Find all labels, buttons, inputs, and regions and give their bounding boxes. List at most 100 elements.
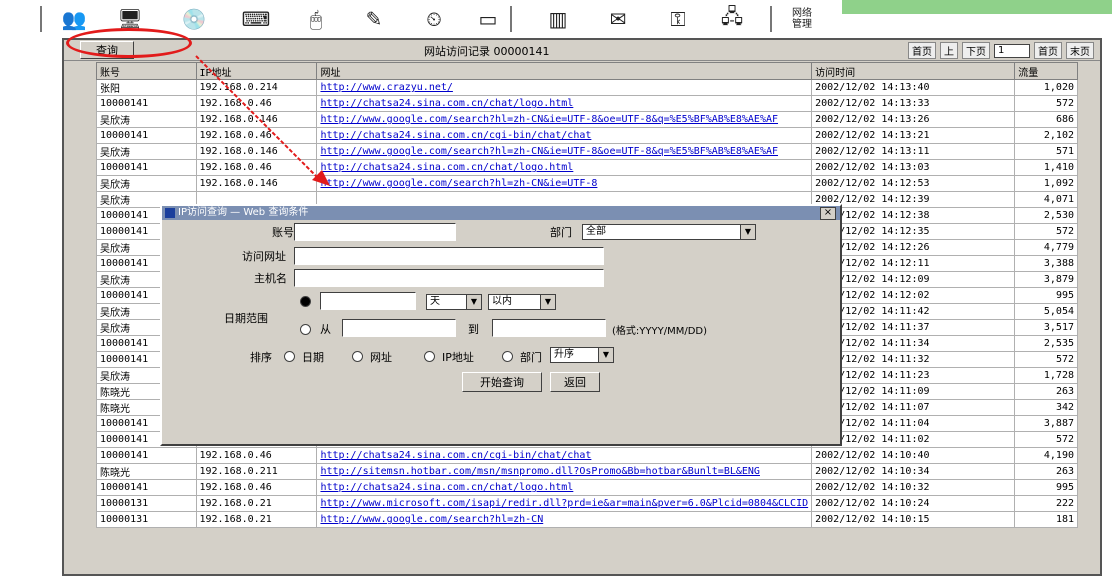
table-row[interactable]: 吴欣涛 192.168.0.146 http://www.google.com/se… [96,143,1078,160]
cell-ip: 192.168.0.146 [195,143,318,160]
col-time[interactable]: 访问时间 [811,62,1016,80]
from-label: 从 [320,323,331,336]
host-field[interactable] [294,269,604,287]
page-number-input[interactable]: 1 [994,43,1030,58]
table-row[interactable]: 吴欣涛 192.168.0.146 http://www.google.com/se… [96,175,1078,192]
cell-size: 4,779 [1014,239,1078,256]
cell-time: 2002/12/02 14:12:02 [811,287,1016,304]
url-field[interactable] [294,247,604,265]
cell-ip: 192.168.0.46 [195,95,318,112]
dialog-title: IP访问查询 — Web 查询条件 [178,207,309,218]
to-date-field[interactable] [492,319,606,337]
days-field[interactable] [320,292,416,310]
unit-select[interactable]: 天 ▼ [426,294,482,310]
cell-size: 263 [1014,463,1078,480]
table-row[interactable]: 张阳 192.168.0.214 http://www.crazyu.net/200… [96,79,1078,96]
last-page-button[interactable]: 末页 [1066,42,1094,59]
cell-url[interactable]: http://chatsa24.sina.com.cn/cgi-bin/chat… [316,127,813,144]
prev-page-button[interactable]: 上 [940,42,958,59]
cell-ip: 192.168.0.21 [195,495,318,512]
cell-url[interactable]: http://www.google.com/search?hl=zh-CN&ie… [316,111,813,128]
cell-time: 2002/12/02 14:10:32 [811,479,1016,496]
cell-ip: 192.168.0.21 [195,511,318,528]
range-dir-select[interactable]: 以内 ▼ [488,294,556,310]
network-manage-button[interactable]: 网络 管理 [782,4,822,34]
cell-time: 2002/12/02 14:11:37 [811,319,1016,336]
go-button[interactable]: 首页 [1034,42,1062,59]
table-row[interactable]: 10000131 192.168.0.21 http://www.microsoft… [96,495,1078,512]
host-label: 主机名 [254,272,287,285]
col-url[interactable]: 网址 [316,62,813,80]
cell-url[interactable]: http://chatsa24.sina.com.cn/chat/logo.ht… [316,159,813,176]
date-range-label: 日期范围 [224,312,268,325]
clock-icon[interactable]: ⏲ [416,4,452,34]
mail-icon[interactable]: ✉ [600,4,636,34]
cell-time: 2002/12/02 14:13:11 [811,143,1016,160]
cell-time: 2002/12/02 14:13:26 [811,111,1016,128]
sort-date-radio[interactable] [284,351,295,362]
pen-icon[interactable]: ✎ [356,4,392,34]
within-radio[interactable] [300,296,311,307]
cell-size: 995 [1014,479,1078,496]
col-ip[interactable]: IP地址 [195,62,318,80]
cell-size: 342 [1014,399,1078,416]
close-button[interactable]: × [820,207,836,220]
next-page-button[interactable]: 下页 [962,42,990,59]
disc-icon[interactable]: 💿 [176,4,212,34]
cell-time: 2002/12/02 14:11:07 [811,399,1016,416]
toolbar-separator [510,6,512,32]
bars-icon[interactable]: ▥ [540,4,576,34]
mouse-icon[interactable]: 🖱 [298,4,334,34]
people-icon[interactable]: 👥 [56,4,92,34]
col-account[interactable]: 账号 [96,62,197,80]
screen-icon[interactable]: ▭ [470,4,506,34]
first-page-button[interactable]: 首页 [908,42,936,59]
cell-size: 572 [1014,223,1078,240]
cell-url[interactable]: http://sitemsn.hotbar.com/msn/msnpromo.d… [316,463,813,480]
cell-size: 3,879 [1014,271,1078,288]
sort-ip-radio[interactable] [424,351,435,362]
table-row[interactable]: 吴欣涛 192.168.0.146 http://www.google.com/se… [96,111,1078,128]
network-icon[interactable]: 🖧 [714,4,750,34]
cell-time: 2002/12/02 14:10:24 [811,495,1016,512]
table-row[interactable]: 10000131 192.168.0.21 http://www.google.co… [96,511,1078,528]
cell-account: 10000141 [96,159,197,176]
dept-select[interactable]: 全部 ▼ [582,224,756,240]
cell-ip: 192.168.0.46 [195,479,318,496]
window-title: 网站访问记录 00000141 [424,45,550,58]
cell-size: 572 [1014,95,1078,112]
cell-url[interactable]: http://chatsa24.sina.com.cn/cgi-bin/chat… [316,447,813,464]
cell-url[interactable]: http://www.google.com/search?hl=zh-CN&ie… [316,175,813,192]
table-row[interactable]: 10000141192.168.0.46http://chatsa24.sina… [96,159,1078,176]
keyboard-icon[interactable]: ⌨ [238,4,274,34]
col-size[interactable]: 流量 [1014,62,1078,80]
table-row[interactable]: 10000141192.168.0.46http://chatsa24.sina… [96,447,1078,464]
cell-url[interactable]: http://www.google.com/search?hl=zh-CN [316,511,813,528]
account-field[interactable] [294,223,456,241]
sort-dept-radio[interactable] [502,351,513,362]
sort-dept-label: 部门 [520,351,542,364]
cell-url[interactable]: http://www.crazyu.net/ [316,79,813,96]
key-icon[interactable]: ⚿ [660,4,696,34]
back-button[interactable]: 返回 [550,372,600,392]
table-row[interactable]: 10000141192.168.0.46http://chatsa24.sina… [96,95,1078,112]
cell-url[interactable]: http://chatsa24.sina.com.cn/chat/logo.ht… [316,479,813,496]
cell-url[interactable]: http://chatsa24.sina.com.cn/chat/logo.ht… [316,95,813,112]
cell-size: 1,020 [1014,79,1078,96]
sort-url-radio[interactable] [352,351,363,362]
dropdown-arrow-icon: ▼ [598,348,613,362]
from-date-field[interactable] [342,319,456,337]
cell-time: 2002/12/02 14:12:53 [811,175,1016,192]
sort-ip-label: IP地址 [442,351,474,364]
table-row[interactable]: 10000141192.168.0.46http://chatsa24.sina… [96,127,1078,144]
table-row[interactable]: 10000141192.168.0.46http://chatsa24.sina… [96,479,1078,496]
cell-size: 1,728 [1014,367,1078,384]
cell-url[interactable]: http://www.google.com/search?hl=zh-CN&ie… [316,143,813,160]
table-row[interactable]: 陈晓光 192.168.0.211 http://sitemsn.hotbar.co… [96,463,1078,480]
cell-url[interactable]: http://www.microsoft.com/isapi/redir.dll… [316,495,813,512]
sort-order-select[interactable]: 升序 ▼ [550,347,614,363]
start-query-button[interactable]: 开始查询 [462,372,542,392]
between-radio[interactable] [300,324,311,335]
cell-size: 995 [1014,287,1078,304]
cell-size: 4,071 [1014,191,1078,208]
